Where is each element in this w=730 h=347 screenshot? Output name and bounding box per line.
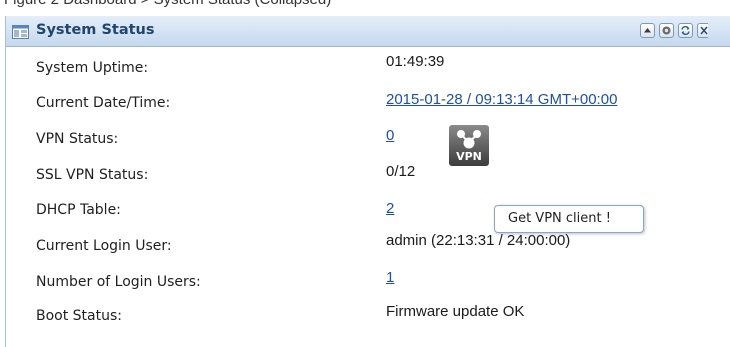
panel-icon xyxy=(12,24,29,39)
row-ssl-vpn-status: SSL VPN Status: 0/12 xyxy=(6,162,730,192)
label-boot-status: Boot Status: xyxy=(36,308,123,324)
label-vpn-status: VPN Status: xyxy=(36,131,119,147)
value-ssl-vpn-status: 0/12 xyxy=(386,163,416,180)
value-system-uptime: 01:49:39 xyxy=(386,53,445,70)
link-dhcp-table[interactable]: 2 xyxy=(386,200,394,217)
row-current-login-user: Current Login User: admin (22:13:31 / 24… xyxy=(6,232,730,263)
refresh-icon[interactable] xyxy=(678,23,693,38)
settings-icon[interactable] xyxy=(659,23,674,38)
label-number-of-login-users: Number of Login Users: xyxy=(36,274,201,290)
label-current-date-time: Current Date/Time: xyxy=(36,95,171,111)
vpn-client-icon[interactable]: VPN xyxy=(449,125,489,166)
panel-title: System Status xyxy=(36,22,155,38)
vpn-icon-label: VPN xyxy=(456,150,482,163)
row-number-of-login-users: Number of Login Users: 1 xyxy=(6,269,730,299)
collapse-icon[interactable] xyxy=(640,23,655,38)
link-number-of-login-users[interactable]: 1 xyxy=(386,269,394,286)
link-vpn-status[interactable]: 0 xyxy=(386,127,394,144)
label-dhcp-table: DHCP Table: xyxy=(36,202,121,218)
row-vpn-status: VPN Status: 0 xyxy=(6,127,730,157)
label-system-uptime: System Uptime: xyxy=(36,60,149,76)
system-status-panel: System Status System Uptime: 01:49:39 Cu… xyxy=(5,16,730,347)
label-ssl-vpn-status: SSL VPN Status: xyxy=(36,167,149,183)
link-current-date-time[interactable]: 2015-01-28 / 09:13:14 GMT+00:00 xyxy=(386,91,617,108)
caption-text: Figure 2 Dashboard > System Status (Coll… xyxy=(4,0,331,8)
row-current-date-time: Current Date/Time: 2015-01-28 / 09:13:14… xyxy=(6,91,730,121)
value-boot-status: Firmware update OK xyxy=(386,303,525,320)
row-boot-status: Boot Status: Firmware update OK xyxy=(6,303,730,334)
label-current-login-user: Current Login User: xyxy=(36,238,172,254)
close-icon[interactable] xyxy=(697,23,708,38)
row-system-uptime: System Uptime: 01:49:39 xyxy=(6,53,730,86)
panel-header[interactable]: System Status xyxy=(6,16,730,47)
get-vpn-client-tooltip[interactable]: Get VPN client ! xyxy=(494,205,644,233)
cropped-caption: Figure 2 Dashboard > System Status (Coll… xyxy=(0,0,730,14)
tooltip-text: Get VPN client ! xyxy=(508,211,611,226)
value-current-login-user: admin (22:13:31 / 24:00:00) xyxy=(386,232,571,249)
